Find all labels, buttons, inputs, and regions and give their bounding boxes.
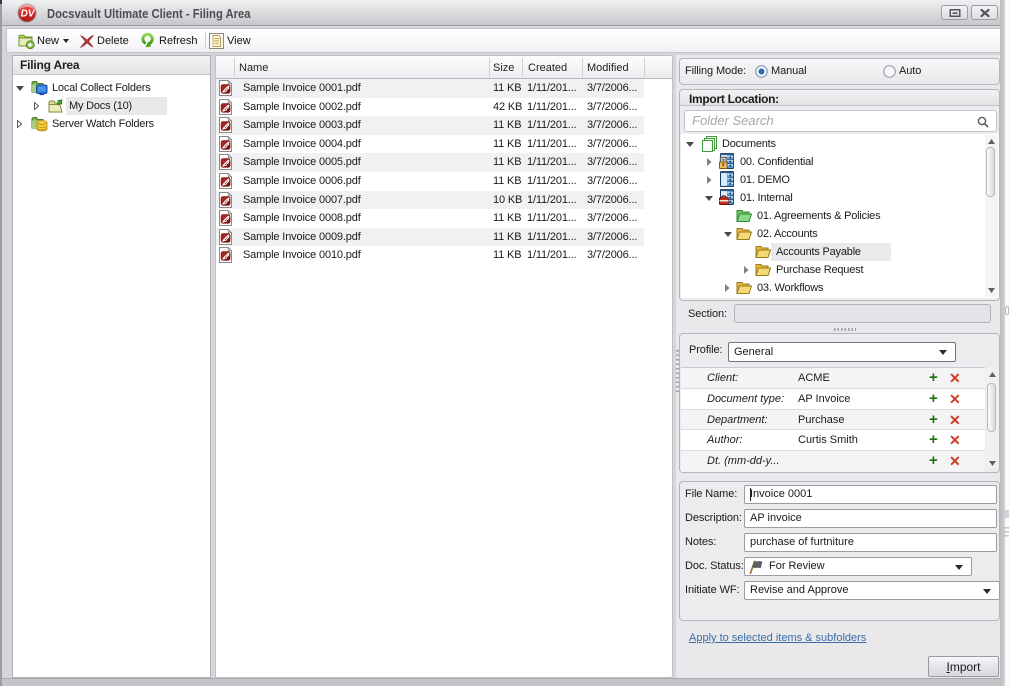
svg-text:DV: DV bbox=[21, 9, 36, 20]
